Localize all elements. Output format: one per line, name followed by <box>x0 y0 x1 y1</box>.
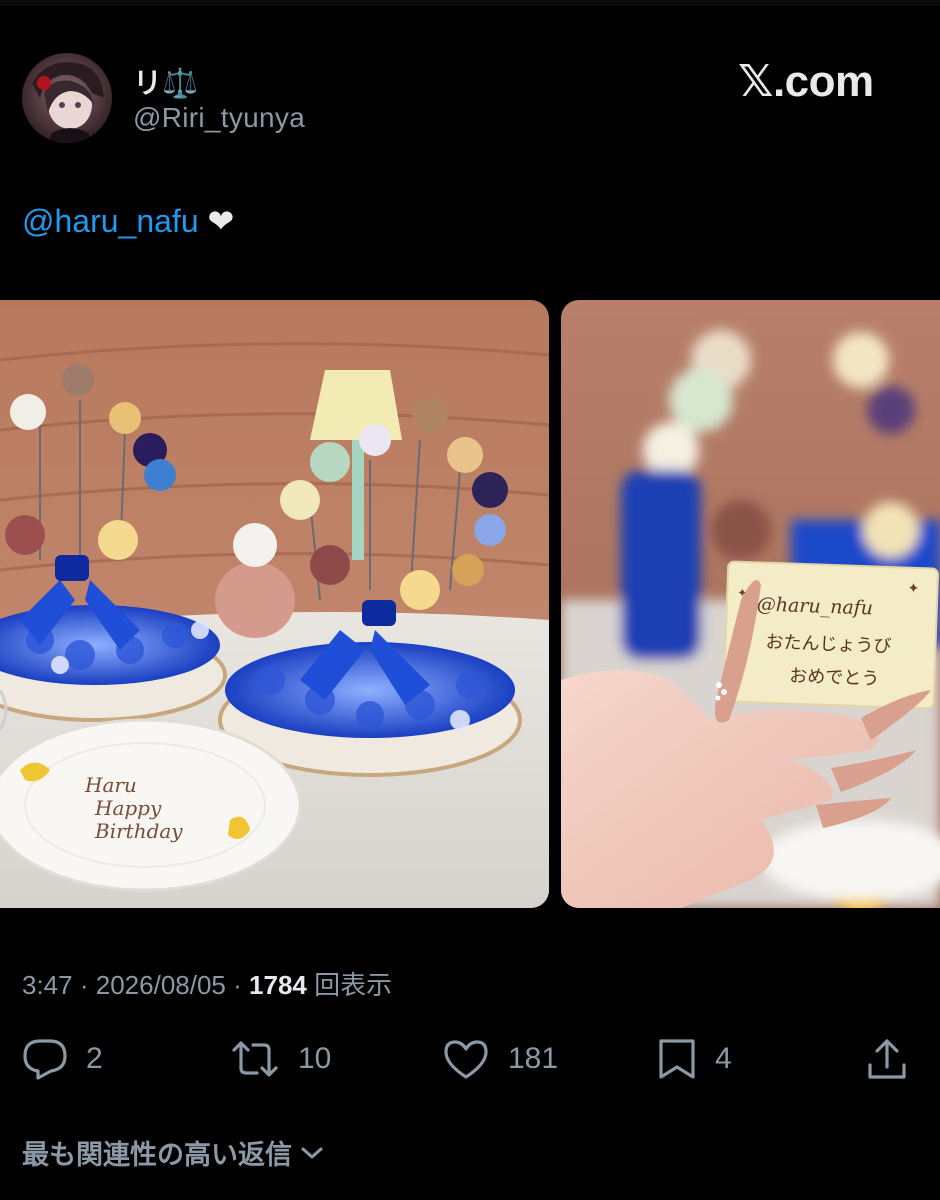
bookmark-icon <box>657 1037 697 1081</box>
reply-count: 2 <box>86 1042 103 1075</box>
share-button[interactable] <box>865 1034 909 1084</box>
tweet-photo-dessert-stands[interactable]: Haru Happy Birthday <box>0 300 549 908</box>
reply-icon <box>22 1038 68 1080</box>
tweet-photo-message-card[interactable]: @haru_nafu おたんじょうび おめでとう ✦ ✦ <box>561 300 940 908</box>
repost-icon <box>230 1038 280 1080</box>
views-label: 回表示 <box>314 970 393 1000</box>
bookmark-count: 4 <box>715 1042 732 1075</box>
plate-writing-line2: Happy <box>94 796 162 820</box>
meta-separator: · <box>79 970 89 1000</box>
heart-emoji: ❤ <box>207 203 235 239</box>
like-button[interactable]: 181 <box>442 1034 558 1084</box>
plate-writing-line1: Haru <box>84 773 137 797</box>
like-count: 181 <box>508 1042 559 1075</box>
plate-writing-line3: Birthday <box>94 819 183 843</box>
like-icon <box>442 1038 490 1080</box>
repost-count: 10 <box>298 1042 332 1075</box>
card-writing-line1: @haru_nafu <box>756 593 873 619</box>
repost-button[interactable]: 10 <box>230 1034 331 1084</box>
meta-separator: · <box>233 970 242 1000</box>
views-count: 1784 <box>249 970 307 1000</box>
replies-sort-label: 最も関連性の高い返信 <box>22 1140 292 1170</box>
tweet-time[interactable]: 3:47 <box>22 970 73 1000</box>
reply-button[interactable]: 2 <box>22 1034 103 1084</box>
author-display-name[interactable]: リ⚖️ <box>133 60 198 102</box>
tweet-date[interactable]: 2026/08/05 <box>96 970 226 1000</box>
mention-link[interactable]: @haru_nafu <box>22 203 199 239</box>
chevron-down-icon <box>300 1137 324 1168</box>
x-logo: 𝕏.com <box>738 57 874 106</box>
bookmark-button[interactable]: 4 <box>657 1034 732 1084</box>
card-writing-line3: おめでとう <box>789 666 880 690</box>
tweet-metadata: 3:47 · 2026/08/05 · 1784 回表示 <box>22 965 392 1002</box>
share-icon <box>865 1037 909 1081</box>
svg-text:✦: ✦ <box>907 581 920 597</box>
tweet-text: @haru_nafu ❤ <box>22 202 234 240</box>
replies-sort-dropdown[interactable]: 最も関連性の高い返信 <box>22 1133 324 1172</box>
avatar[interactable] <box>22 53 112 143</box>
card-writing-line2: おたんじょうび <box>765 632 892 657</box>
author-handle[interactable]: @Riri_tyunya <box>133 102 305 134</box>
status-strip <box>0 0 940 6</box>
